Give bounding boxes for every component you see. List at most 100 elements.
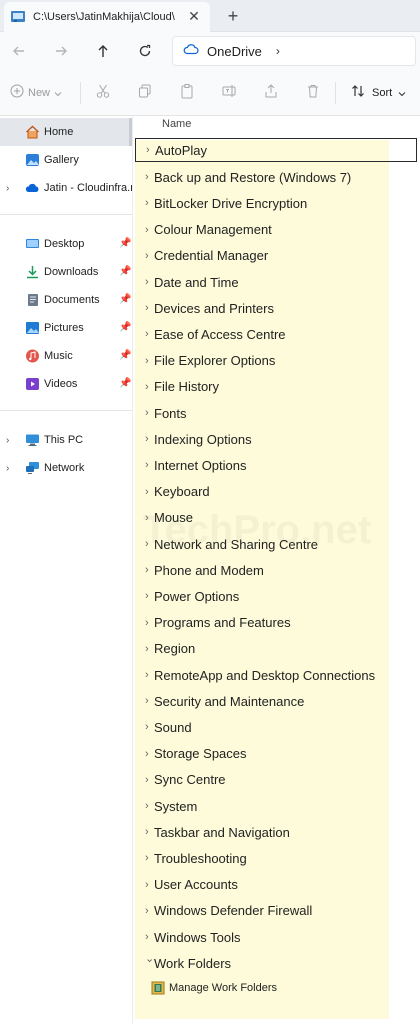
list-item[interactable]: › File History <box>135 374 417 400</box>
list-item[interactable]: ⌄ Work Folders <box>135 950 417 976</box>
sidebar-item-videos[interactable]: Videos 📌 <box>0 370 132 398</box>
chevron-right-icon[interactable]: › <box>6 183 9 194</box>
list-item[interactable]: › Power Options <box>135 583 417 609</box>
list-item[interactable]: › Credential Manager <box>135 243 417 269</box>
chevron-right-icon[interactable]: › <box>145 852 149 864</box>
chevron-right-icon[interactable]: › <box>145 433 149 445</box>
refresh-icon[interactable] <box>134 40 156 62</box>
chevron-right-icon[interactable]: › <box>146 144 150 156</box>
sidebar-item-gallery[interactable]: Gallery <box>0 146 132 174</box>
chevron-right-icon[interactable]: › <box>145 564 149 576</box>
copy-button[interactable] <box>137 82 153 104</box>
list-item[interactable]: › BitLocker Drive Encryption <box>135 190 417 216</box>
list-item[interactable]: › Devices and Printers <box>135 295 417 321</box>
sidebar-item-this-pc[interactable]: › This PC <box>0 426 132 454</box>
list-item[interactable]: › Back up and Restore (Windows 7) <box>135 164 417 190</box>
chevron-right-icon[interactable]: › <box>6 435 9 446</box>
back-arrow-icon[interactable] <box>8 40 30 62</box>
new-tab-button[interactable]: + <box>222 5 244 27</box>
pin-icon[interactable]: 📌 <box>119 266 131 277</box>
address-bar[interactable]: OneDrive › <box>172 36 416 66</box>
chevron-right-icon[interactable]: › <box>145 617 149 629</box>
chevron-right-icon[interactable]: › <box>145 826 149 838</box>
chevron-right-icon[interactable]: › <box>145 800 149 812</box>
active-tab[interactable]: C:\Users\JatinMakhija\Cloud\ ✕ <box>4 2 210 32</box>
list-item[interactable]: › Region <box>135 636 417 662</box>
new-button[interactable]: New <box>10 82 62 104</box>
chevron-right-icon[interactable]: › <box>145 538 149 550</box>
chevron-right-icon[interactable]: › <box>145 486 149 498</box>
column-header-name[interactable]: Name <box>162 118 191 130</box>
sidebar-item-downloads[interactable]: Downloads 📌 <box>0 258 132 286</box>
chevron-right-icon[interactable]: › <box>145 224 149 236</box>
list-item[interactable]: › Taskbar and Navigation <box>135 819 417 845</box>
list-item[interactable]: › Colour Management <box>135 217 417 243</box>
list-item-manage-work-folders[interactable]: Manage Work Folders <box>149 977 349 999</box>
sidebar-item-pictures[interactable]: Pictures 📌 <box>0 314 132 342</box>
list-item[interactable]: › Sync Centre <box>135 767 417 793</box>
list-item[interactable]: › Date and Time <box>135 269 417 295</box>
sort-button[interactable]: Sort <box>350 82 406 104</box>
delete-button[interactable] <box>305 82 321 104</box>
chevron-right-icon[interactable]: › <box>145 748 149 760</box>
list-item[interactable]: › File Explorer Options <box>135 348 417 374</box>
chevron-right-icon[interactable]: › <box>145 171 149 183</box>
list-item[interactable]: › Fonts <box>135 400 417 426</box>
pin-icon[interactable]: 📌 <box>119 294 131 305</box>
chevron-right-icon[interactable]: › <box>145 721 149 733</box>
list-item[interactable]: › Storage Spaces <box>135 741 417 767</box>
list-item[interactable]: › User Accounts <box>135 872 417 898</box>
list-item[interactable]: › Windows Tools <box>135 924 417 950</box>
chevron-right-icon[interactable]: › <box>145 590 149 602</box>
list-item[interactable]: › Indexing Options <box>135 426 417 452</box>
chevron-right-icon[interactable]: › <box>145 250 149 262</box>
share-button[interactable] <box>263 82 279 104</box>
chevron-right-icon[interactable]: › <box>145 197 149 209</box>
breadcrumb-chevron-icon[interactable]: › <box>276 44 280 58</box>
breadcrumb-onedrive[interactable]: OneDrive <box>207 44 262 59</box>
chevron-right-icon[interactable]: › <box>6 463 9 474</box>
list-item[interactable]: › Network and Sharing Centre <box>135 531 417 557</box>
chevron-right-icon[interactable]: › <box>145 328 149 340</box>
chevron-right-icon[interactable]: › <box>145 669 149 681</box>
chevron-right-icon[interactable]: › <box>145 302 149 314</box>
close-tab-icon[interactable]: ✕ <box>186 8 202 24</box>
rename-button[interactable] <box>221 82 237 104</box>
chevron-right-icon[interactable]: › <box>145 407 149 419</box>
up-arrow-icon[interactable] <box>92 40 114 62</box>
chevron-down-icon[interactable]: ⌄ <box>145 952 154 965</box>
chevron-right-icon[interactable]: › <box>145 774 149 786</box>
forward-arrow-icon[interactable] <box>50 40 72 62</box>
pin-icon[interactable]: 📌 <box>119 378 131 389</box>
sidebar-item-documents[interactable]: Documents 📌 <box>0 286 132 314</box>
list-item[interactable]: › System <box>135 793 417 819</box>
chevron-right-icon[interactable]: › <box>145 381 149 393</box>
chevron-right-icon[interactable]: › <box>145 276 149 288</box>
list-item[interactable]: › Keyboard <box>135 479 417 505</box>
chevron-right-icon[interactable]: › <box>145 879 149 891</box>
sidebar-item-music[interactable]: Music 📌 <box>0 342 132 370</box>
pin-icon[interactable]: 📌 <box>119 322 131 333</box>
chevron-right-icon[interactable]: › <box>145 931 149 943</box>
chevron-right-icon[interactable]: › <box>145 905 149 917</box>
chevron-right-icon[interactable]: › <box>145 643 149 655</box>
list-item[interactable]: › Troubleshooting <box>135 845 417 871</box>
list-item[interactable]: › Mouse <box>135 505 417 531</box>
chevron-right-icon[interactable]: › <box>145 695 149 707</box>
list-item[interactable]: › AutoPlay <box>135 138 417 162</box>
list-item[interactable]: › Sound <box>135 714 417 740</box>
chevron-right-icon[interactable]: › <box>145 512 149 524</box>
list-item[interactable]: › Security and Maintenance <box>135 688 417 714</box>
paste-button[interactable] <box>179 82 195 104</box>
pin-icon[interactable]: 📌 <box>119 238 131 249</box>
cut-button[interactable] <box>95 82 111 104</box>
list-item[interactable]: › Windows Defender Firewall <box>135 898 417 924</box>
sidebar-item-home[interactable]: Home <box>0 118 132 146</box>
list-item[interactable]: › Ease of Access Centre <box>135 321 417 347</box>
list-item[interactable]: › Programs and Features <box>135 610 417 636</box>
sidebar-item-desktop[interactable]: Desktop 📌 <box>0 230 132 258</box>
sidebar-item-network[interactable]: › Network <box>0 454 132 482</box>
chevron-right-icon[interactable]: › <box>145 459 149 471</box>
list-item[interactable]: › RemoteApp and Desktop Connections <box>135 662 417 688</box>
pin-icon[interactable]: 📌 <box>119 350 131 361</box>
